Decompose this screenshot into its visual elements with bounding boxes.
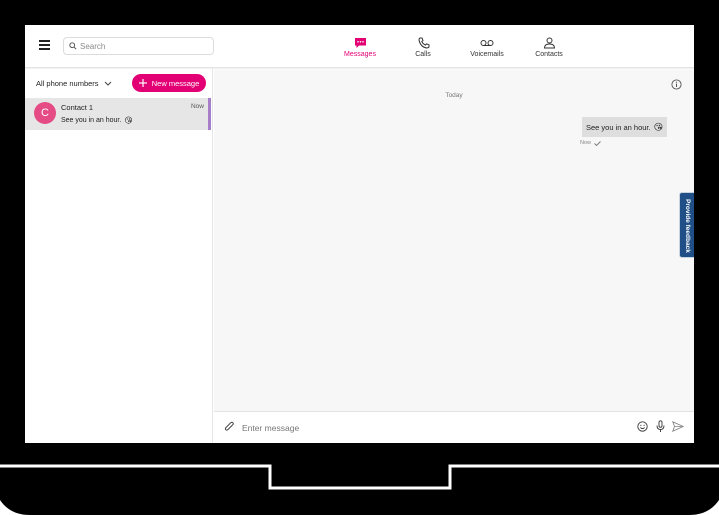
tab-contacts-label: Contacts [535, 51, 563, 58]
search-icon [69, 42, 77, 50]
day-separator: Today [445, 92, 463, 99]
send-icon[interactable] [672, 421, 684, 432]
new-message-button[interactable]: New message [132, 74, 206, 92]
phone-number-filter-label: All phone numbers [36, 79, 99, 88]
provide-feedback-tab[interactable]: Provide feedback [679, 192, 694, 258]
avatar: C [34, 102, 56, 124]
message-input[interactable] [242, 421, 622, 435]
message-time: Now [579, 140, 591, 146]
message-meta: Now [580, 140, 601, 146]
kiss-emoji-icon: 😘 [124, 116, 133, 125]
tab-messages-label: Messages [344, 51, 376, 58]
tab-calls[interactable]: Calls [393, 37, 453, 63]
conversation-preview: See you in an hour. 😘 [61, 116, 133, 125]
message-bubble-outgoing[interactable]: See you in an hour. 😘 [581, 117, 667, 137]
info-icon[interactable] [671, 79, 682, 90]
phone-number-filter[interactable]: All phone numbers [36, 79, 112, 88]
chevron-down-icon [104, 81, 111, 86]
message-composer [214, 411, 694, 443]
phone-icon [417, 37, 429, 49]
emoji-icon[interactable] [637, 421, 648, 432]
tab-voicemails[interactable]: Voicemails [457, 37, 517, 63]
contacts-icon [543, 37, 555, 49]
new-message-label: New message [151, 78, 200, 88]
conversation-time: Now [190, 103, 204, 110]
tab-voicemails-label: Voicemails [470, 51, 504, 58]
paperclip-icon[interactable] [224, 421, 235, 433]
voicemail-icon [480, 40, 494, 46]
hamburger-menu-icon[interactable] [39, 40, 50, 50]
app-header: Messages Calls Voicemails Contacts [25, 25, 694, 68]
conversation-item[interactable]: C Contact 1 Now See you in an hour. 😘 [25, 98, 211, 130]
plus-icon [138, 79, 147, 87]
tab-calls-label: Calls [415, 51, 431, 58]
tab-contacts[interactable]: Contacts [519, 37, 579, 63]
tab-messages[interactable]: Messages [330, 37, 390, 63]
conversation-preview-text: See you in an hour. [61, 117, 122, 124]
app-screen: Messages Calls Voicemails Contacts All p… [25, 25, 694, 443]
conversation-name: Contact 1 [61, 103, 94, 112]
microphone-icon[interactable] [656, 420, 665, 433]
provide-feedback-label: Provide feedback [684, 199, 691, 253]
check-icon [594, 140, 601, 146]
chat-thread: Today See you in an hour. 😘 Now [214, 70, 694, 411]
kiss-emoji-icon: 😘 [653, 121, 663, 132]
conversation-sidebar: All phone numbers New message C Contact … [25, 69, 213, 443]
message-text: See you in an hour. [585, 122, 651, 132]
search-box[interactable] [63, 37, 214, 55]
search-input[interactable] [80, 39, 210, 53]
chat-bubble-icon [354, 38, 366, 48]
